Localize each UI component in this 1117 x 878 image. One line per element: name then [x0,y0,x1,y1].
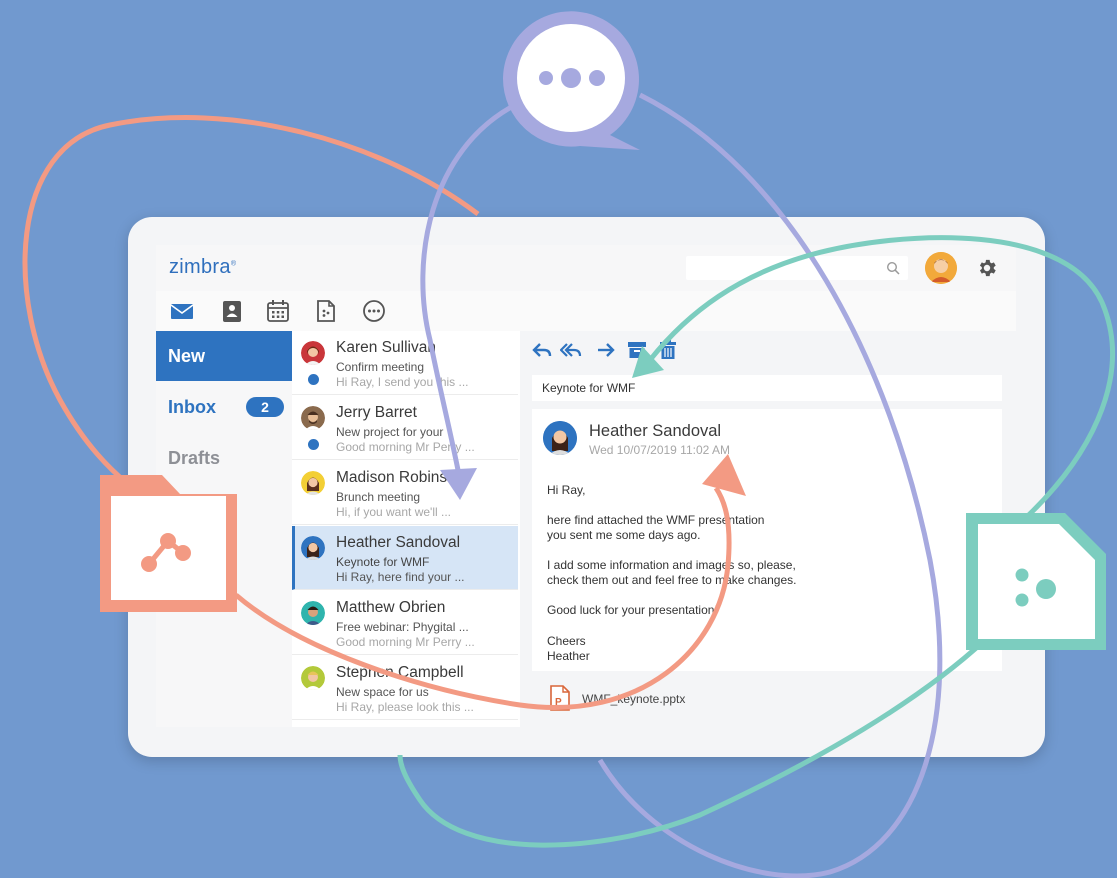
nav-item-label: Inbox [168,397,216,417]
avatar [301,601,325,625]
sender-name: Heather Sandoval [336,534,461,551]
message-preview: Hi Ray, I send you this ... [336,375,469,389]
sender-name: Matthew Obrien [336,599,446,616]
message-preview: Hi Ray, please look this ... [336,700,474,714]
message-subject: New project for your [336,425,444,439]
message-preview: Hi Ray, here find your ... [336,570,465,584]
message-date: Wed 10/07/2019 11:02 AM [589,443,730,457]
sender-name: Heather Sandoval [589,422,722,440]
message-preview: Good morning Mr Perry ... [336,440,475,454]
sender-name: Jerry Barret [336,404,417,421]
attachment-name: WMF_keynote.pptx [582,692,686,706]
avatar [301,666,325,690]
contacts-icon[interactable] [218,297,246,325]
unread-count-badge: 2 [246,397,284,417]
sender-name: Karen Sullivan [336,339,436,356]
reading-pane: Keynote for WMF Heather Sandoval Wed 10/… [520,331,1016,727]
body-line: Hi Ray, [547,483,586,497]
list-item[interactable]: Jerry Barret New project for your Good m… [292,396,518,460]
sender-name: Stephen Campbell [336,664,464,681]
avatar [301,536,325,560]
chat-bubble-icon [502,11,640,150]
attachment[interactable]: P WMF_keynote.pptx [532,677,1002,717]
list-item[interactable]: Stephen Campbell New space for us Hi Ray… [292,656,518,720]
message-subject: Brunch meeting [336,490,421,504]
body-line: Cheers [547,634,586,648]
sender-name: Madison Robinson [336,469,465,486]
message-list: Karen Sullivan Confirm meeting Hi Ray, I… [292,331,521,727]
body-line: check them out and feel free to make cha… [547,573,797,587]
body-line: Good luck for your presentation! [547,603,718,617]
user-avatar[interactable] [925,252,957,284]
mail-icon[interactable] [168,297,196,325]
message-subject: Keynote for WMF [336,555,430,569]
folder-nav: New Inbox 2 Drafts [156,331,292,727]
avatar [301,406,325,430]
message-subject: Free webinar: Phygital ... [336,620,469,634]
unread-dot [308,439,319,450]
search-input[interactable] [686,256,908,280]
message-preview: Good morning Mr Perry ... [336,635,475,649]
new-button[interactable]: New [156,331,292,381]
search-icon[interactable] [886,261,900,275]
body-line: here find attached the WMF presentation [547,513,765,527]
gear-icon[interactable] [976,257,998,279]
message-subject: New space for us [336,685,429,699]
message-subject-header: Keynote for WMF [532,375,1002,401]
body-line: you sent me some days ago. [547,528,701,542]
body-line: I add some information and images so, pl… [547,558,796,572]
forward-icon[interactable] [595,339,617,361]
list-item[interactable]: Matthew Obrien Free webinar: Phygital ..… [292,591,518,655]
briefcase-file-icon[interactable] [312,297,340,325]
reply-icon[interactable] [531,339,553,361]
zimbra-app: zimbra® New Inbox 2 Drafts Karen Sullivan… [156,245,1016,727]
calendar-icon[interactable] [264,297,292,325]
list-item-selected[interactable]: Heather Sandoval Keynote for WMF Hi Ray,… [292,526,518,590]
archive-icon[interactable] [626,339,648,361]
list-item[interactable]: Madison Robinson Brunch meeting Hi, if y… [292,461,518,525]
nav-item-inbox[interactable]: Inbox 2 [156,382,292,432]
reply-all-icon[interactable] [560,339,582,361]
svg-text:P: P [555,697,562,708]
nav-item-drafts[interactable]: Drafts [156,433,292,483]
app-switcher-bar [156,291,1016,332]
more-chat-icon[interactable] [360,297,388,325]
avatar [301,471,325,495]
top-bar: zimbra® [156,245,1016,291]
trash-icon[interactable] [657,339,679,361]
avatar [301,341,325,365]
message-subject: Confirm meeting [336,360,425,374]
message-preview: Hi, if you want we'll ... [336,505,451,519]
unread-dot [308,374,319,385]
powerpoint-file-icon: P [550,685,570,711]
message-body-card: Heather Sandoval Wed 10/07/2019 11:02 AM… [532,409,1002,671]
list-item[interactable]: Karen Sullivan Confirm meeting Hi Ray, I… [292,331,518,395]
body-line: Heather [547,649,590,663]
sender-avatar [543,421,577,455]
zimbra-logo: zimbra® [169,256,237,278]
